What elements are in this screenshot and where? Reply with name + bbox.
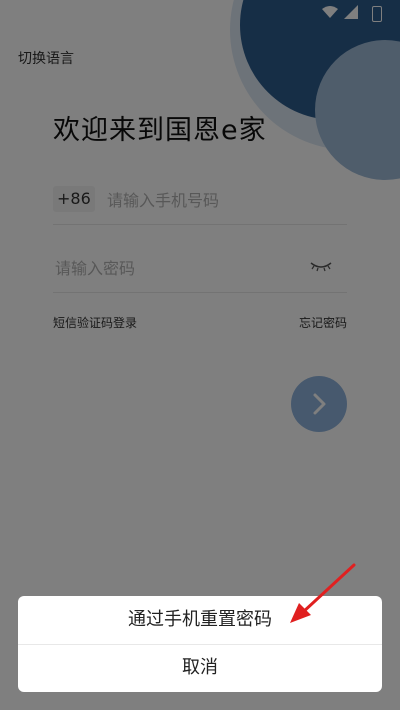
cancel-button[interactable]: 取消 (18, 644, 382, 692)
annotation-arrow-icon (290, 563, 356, 623)
